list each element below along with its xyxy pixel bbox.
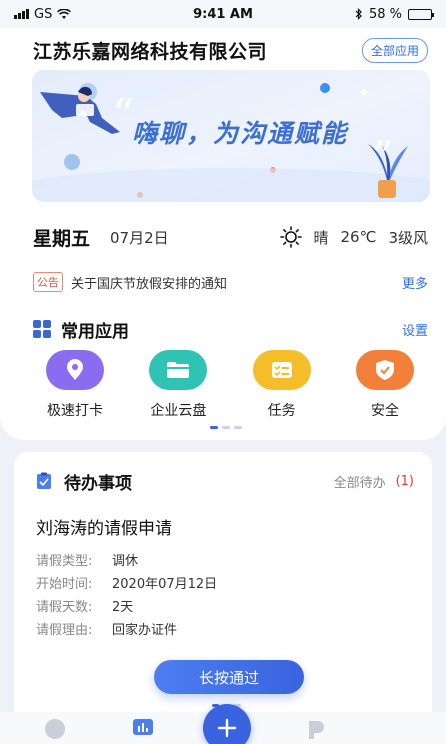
status-right: 58 % — [355, 6, 434, 22]
date-row: 星期五 07月2日 晴 26℃ 3级风 — [33, 224, 428, 250]
shield-icon — [355, 350, 414, 390]
weather: 晴 26℃ 3级风 — [279, 226, 428, 248]
app-item-security[interactable]: 安全 — [340, 350, 430, 420]
apps-pager — [210, 426, 242, 429]
todo-count-badge: (1) — [395, 473, 414, 489]
folder-icon — [149, 350, 208, 390]
status-left: GS — [14, 6, 72, 22]
todo-item-title[interactable]: 刘海涛的请假申请 — [36, 514, 172, 539]
app-item-cloud-drive[interactable]: 企业云盘 — [133, 350, 223, 420]
date: 07月2日 — [110, 228, 169, 247]
top-card: 江苏乐嘉网络科技有限公司 全部应用 “ 嗨聊，为沟通赋能 ” 星期五 07月2日… — [0, 28, 446, 440]
weekday: 星期五 — [33, 227, 91, 250]
todo-header: 待办事项 全部待办 (1) — [36, 468, 414, 494]
profile-icon[interactable] — [306, 718, 328, 740]
temperature: 26℃ — [340, 228, 377, 246]
field-row: 请假类型: 调休 — [36, 548, 217, 571]
field-row: 请假天数: 2天 — [36, 594, 217, 617]
app-label: 安全 — [370, 403, 399, 419]
grid-icon — [33, 320, 51, 338]
apps-title: 常用应用 — [61, 321, 129, 342]
wind-level: 3级风 — [388, 228, 428, 247]
more-link[interactable]: 更多 — [402, 273, 428, 292]
field-label: 请假类型: — [36, 554, 93, 569]
field-label: 开始时间: — [36, 577, 93, 592]
todo-all-link[interactable]: 全部待办 — [334, 472, 386, 491]
signal-icon — [14, 9, 29, 19]
apps-header: 常用应用 设置 — [33, 316, 428, 342]
banner-slogan: 嗨聊，为沟通赋能 — [132, 119, 349, 148]
field-value: 2020年07月12日 — [112, 577, 218, 592]
field-value: 2天 — [112, 600, 134, 615]
banner[interactable]: “ 嗨聊，为沟通赋能 ” — [32, 70, 430, 202]
app-item-checkin[interactable]: 极速打卡 — [30, 350, 120, 420]
sun-icon — [279, 226, 302, 248]
location-pin-icon — [46, 350, 104, 390]
battery-percent: 58 % — [368, 6, 402, 22]
notice-row[interactable]: 公告 关于国庆节放假安排的通知 更多 — [33, 270, 428, 294]
weather-condition: 晴 — [313, 228, 329, 247]
app-label: 极速打卡 — [47, 403, 103, 419]
apps-row: 极速打卡 企业云盘 任务 安全 — [30, 350, 430, 420]
quote-close: ” — [371, 132, 395, 183]
field-value: 调休 — [112, 554, 139, 569]
field-value: 回家办证件 — [112, 623, 178, 638]
status-time: 9:41 AM — [193, 6, 253, 22]
status-bar: GS 9:41 AM 58 % — [0, 0, 446, 28]
approve-button[interactable]: 长按通过 — [154, 660, 304, 694]
todo-card: 待办事项 全部待办 (1) 刘海涛的请假申请 请假类型: 调休 开始时间: 20… — [14, 452, 432, 744]
app-label: 任务 — [267, 403, 296, 419]
app-item-task[interactable]: 任务 — [237, 350, 327, 420]
carrier-name: GS — [34, 6, 53, 22]
add-button[interactable] — [203, 704, 251, 744]
settings-link[interactable]: 设置 — [402, 320, 428, 339]
notice-text[interactable]: 关于国庆节放假安排的通知 — [71, 273, 227, 292]
task-list-icon — [252, 350, 311, 390]
add-icon — [217, 718, 237, 738]
field-row: 请假理由: 回家办证件 — [36, 617, 217, 640]
field-row: 开始时间: 2020年07月12日 — [36, 571, 217, 594]
company-name: 江苏乐嘉网络科技有限公司 — [33, 40, 268, 63]
clipboard-icon — [37, 472, 51, 489]
dashboard-icon[interactable] — [132, 718, 154, 740]
app-label: 企业云盘 — [150, 403, 207, 419]
company-row: 江苏乐嘉网络科技有限公司 全部应用 — [33, 36, 428, 64]
todo-fields: 请假类型: 调休 开始时间: 2020年07月12日 请假天数: 2天 请假理由… — [36, 548, 217, 640]
notice-tag: 公告 — [33, 272, 63, 292]
wifi-icon — [57, 8, 72, 19]
chat-icon[interactable] — [44, 718, 66, 740]
field-label: 请假理由: — [36, 623, 93, 638]
battery-icon — [408, 8, 434, 20]
all-apps-button[interactable]: 全部应用 — [361, 37, 428, 63]
bluetooth-icon — [355, 8, 362, 20]
field-label: 请假天数: — [36, 600, 93, 615]
todo-title: 待办事项 — [64, 473, 132, 494]
